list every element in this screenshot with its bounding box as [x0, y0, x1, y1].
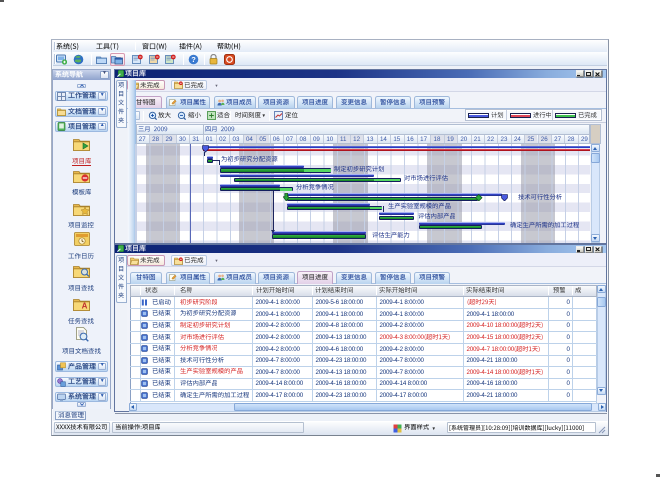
svg-text:?: ? [191, 55, 196, 64]
svg-text:A: A [82, 302, 88, 311]
